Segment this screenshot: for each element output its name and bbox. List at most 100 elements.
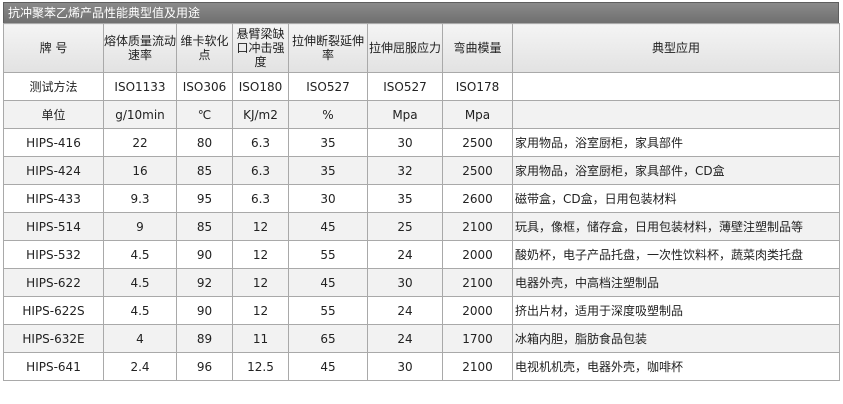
cell-mfr: 4.5 [103, 240, 177, 269]
cell-elongation: 30 [288, 184, 368, 213]
cell-yield: 25 [367, 212, 443, 241]
cell-mfr: 16 [103, 156, 177, 185]
cell-impact: 11 [232, 324, 289, 353]
cell-application: 冰箱内胆，脂肪食品包装 [512, 324, 840, 353]
cell-application: 磁带盒，CD盒，日用包装材料 [512, 184, 840, 213]
cell-modulus: 2500 [442, 156, 513, 185]
cell-application: 挤出片材，适用于深度吸塑制品 [512, 296, 840, 325]
cell-modulus: Mpa [442, 100, 513, 129]
cell-grade: HIPS-622S [3, 296, 104, 325]
cell-grade: HIPS-416 [3, 128, 104, 157]
cell-application: 家用物品，浴室厨柜，家具部件 [512, 128, 840, 157]
table-row: HIPS-622S 4.5 90 12 55 24 2000 挤出片材，适用于深度吸塑制品 [3, 296, 840, 325]
cell-yield: 24 [367, 296, 443, 325]
cell-yield: Mpa [367, 100, 443, 129]
table-row: 单位 g/10min ℃ KJ/m2% Mpa Mpa [3, 100, 840, 129]
cell-mfr: 4 [103, 324, 177, 353]
cell-elongation: 45 [288, 268, 368, 297]
table-row: HIPS-632E 4 89 11 65 24 1700 冰箱内胆，脂肪食品包装 [3, 324, 840, 353]
spec-table-panel: 抗冲聚苯乙烯产品性能典型值及用途 牌 号 熔体质量流动速率 维卡软化点 悬臂梁缺… [3, 2, 840, 381]
cell-elongation: 45 [288, 212, 368, 241]
cell-yield: 35 [367, 184, 443, 213]
cell-impact: ISO180 [232, 72, 289, 101]
cell-elongation: ISO527 [288, 72, 368, 101]
cell-vicat: 89 [176, 324, 233, 353]
col-header-vicat: 维卡软化点 [176, 23, 233, 73]
col-header-modulus: 弯曲模量 [442, 23, 513, 73]
cell-yield: 30 [367, 128, 443, 157]
cell-yield: ISO527 [367, 72, 443, 101]
table-row: HIPS-514 9 85 12 45 25 2100 玩具，像框，储存盒，日用包装材料，薄壁… [3, 212, 840, 241]
cell-yield: 24 [367, 240, 443, 269]
cell-yield: 24 [367, 324, 443, 353]
table-row: HIPS-532 4.5 90 12 55 24 2000 酸奶杯，电子产品托盘，一次性饮料杯… [3, 240, 840, 269]
cell-impact: 6.3 [232, 184, 289, 213]
cell-elongation: 45 [288, 352, 368, 381]
cell-mfr: 9.3 [103, 184, 177, 213]
cell-mfr: 4.5 [103, 268, 177, 297]
cell-elongation: 35 [288, 156, 368, 185]
cell-application [512, 72, 840, 101]
cell-grade: HIPS-622 [3, 268, 104, 297]
cell-grade: HIPS-532 [3, 240, 104, 269]
table-row: HIPS-416 22 80 6.3 35 30 2500 家用物品，浴室厨柜，家具部件 [3, 128, 840, 157]
cell-yield: 32 [367, 156, 443, 185]
cell-mfr: g/10min [103, 100, 177, 129]
cell-vicat: 80 [176, 128, 233, 157]
cell-application: 电视机机壳，电器外壳，咖啡杯 [512, 352, 840, 381]
hips-spec-table: 牌 号 熔体质量流动速率 维卡软化点 悬臂梁缺口冲击强度 拉伸断裂延伸率 拉伸屈… [3, 23, 840, 381]
cell-modulus: ISO178 [442, 72, 513, 101]
cell-elongation: 55 [288, 240, 368, 269]
cell-mfr: 4.5 [103, 296, 177, 325]
cell-application [512, 100, 840, 129]
cell-elongation: 55 [288, 296, 368, 325]
cell-modulus: 2100 [442, 268, 513, 297]
cell-modulus: 2000 [442, 240, 513, 269]
table-row: 测试方法 ISO1133 ISO306 ISO180 ISO527 ISO527 ISO17… [3, 72, 840, 101]
header-row: 牌 号 熔体质量流动速率 维卡软化点 悬臂梁缺口冲击强度 拉伸断裂延伸率 拉伸屈… [3, 23, 840, 73]
cell-impact: 12 [232, 296, 289, 325]
cell-modulus: 2500 [442, 128, 513, 157]
cell-modulus: 2000 [442, 296, 513, 325]
cell-impact: 6.3 [232, 128, 289, 157]
table-row: HIPS-424 16 85 6.3 35 32 2500 家用物品，浴室厨柜，家具部件，CD… [3, 156, 840, 185]
cell-yield: 30 [367, 352, 443, 381]
cell-vicat: 85 [176, 212, 233, 241]
table-title: 抗冲聚苯乙烯产品性能典型值及用途 [3, 2, 839, 23]
col-header-application: 典型应用 [512, 23, 840, 73]
cell-elongation: % [288, 100, 368, 129]
cell-modulus: 2100 [442, 212, 513, 241]
table-row: HIPS-641 2.4 96 12.5 45 30 2100 电视机机壳，电器外壳，咖啡杯 [3, 352, 840, 381]
cell-impact: 12.5 [232, 352, 289, 381]
cell-application: 玩具，像框，储存盒，日用包装材料，薄壁注塑制品等 [512, 212, 840, 241]
cell-yield: 30 [367, 268, 443, 297]
cell-grade: HIPS-433 [3, 184, 104, 213]
col-header-impact: 悬臂梁缺口冲击强度 [232, 23, 289, 73]
cell-mfr: ISO1133 [103, 72, 177, 101]
col-header-mfr: 熔体质量流动速率 [103, 23, 177, 73]
cell-vicat: ISO306 [176, 72, 233, 101]
cell-impact: 12 [232, 240, 289, 269]
table-row: HIPS-433 9.3 95 6.3 30 35 2600 磁带盒，CD盒，日用包装材料 [3, 184, 840, 213]
cell-vicat: 90 [176, 240, 233, 269]
col-header-grade: 牌 号 [3, 23, 104, 73]
cell-application: 酸奶杯，电子产品托盘，一次性饮料杯，蔬菜肉类托盘 [512, 240, 840, 269]
cell-vicat: 92 [176, 268, 233, 297]
cell-vicat: ℃ [176, 100, 233, 129]
cell-mfr: 22 [103, 128, 177, 157]
cell-modulus: 1700 [442, 324, 513, 353]
cell-modulus: 2100 [442, 352, 513, 381]
table-row: HIPS-622 4.5 92 12 45 30 2100 电器外壳，中高档注塑制品 [3, 268, 840, 297]
cell-grade: 单位 [3, 100, 104, 129]
col-header-elongation: 拉伸断裂延伸率 [288, 23, 368, 73]
cell-grade: HIPS-424 [3, 156, 104, 185]
cell-mfr: 9 [103, 212, 177, 241]
cell-vicat: 95 [176, 184, 233, 213]
cell-mfr: 2.4 [103, 352, 177, 381]
cell-impact: KJ/m2 [232, 100, 289, 129]
cell-grade: 测试方法 [3, 72, 104, 101]
cell-impact: 6.3 [232, 156, 289, 185]
cell-impact: 12 [232, 268, 289, 297]
cell-modulus: 2600 [442, 184, 513, 213]
cell-elongation: 65 [288, 324, 368, 353]
